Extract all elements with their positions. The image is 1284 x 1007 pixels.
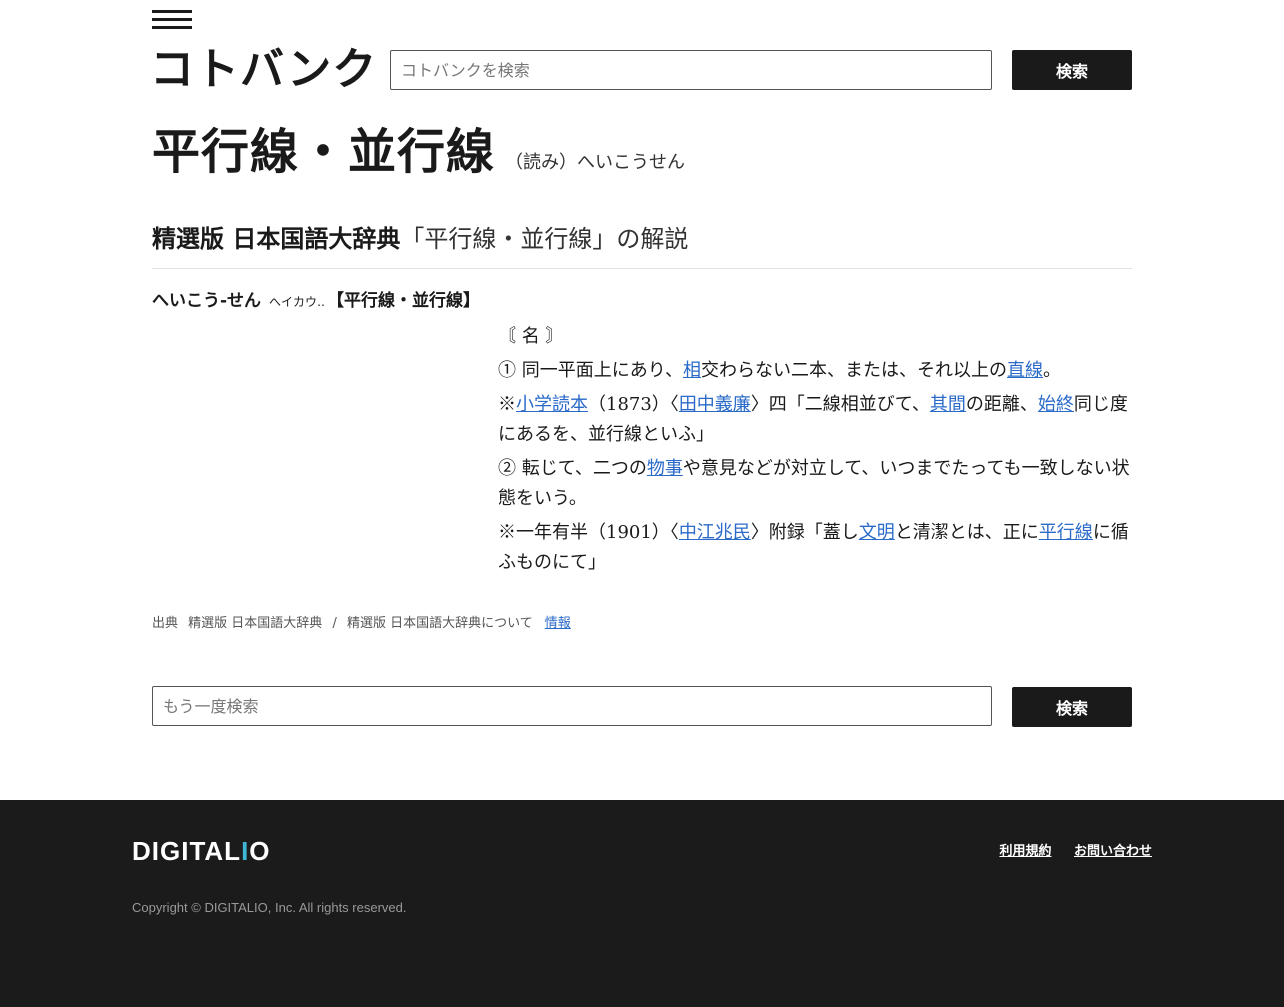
link-nakae-chomin[interactable]: 中江兆民 <box>679 522 751 543</box>
sense-2: ② 転じて、二つの物事や意見などが対立して、いつまでたっても一致しない状態をいう… <box>498 454 1132 514</box>
source-separator: / <box>332 616 337 631</box>
link-shiju[interactable]: 始終 <box>1038 394 1074 415</box>
section-description: 「平行線・並行線」の解説 <box>400 225 689 253</box>
text: 交わらない二本、または、それ以上の <box>701 360 1008 381</box>
footer-links: 利用規約 お問い合わせ <box>981 840 1152 859</box>
bottom-search-button[interactable]: 検索 <box>1012 687 1132 727</box>
source-name: 精選版 日本国語大辞典 <box>188 616 323 631</box>
hamburger-line <box>152 18 192 21</box>
footer-logo-text: O <box>249 836 271 866</box>
part-of-speech: 〘 名 〙 <box>498 326 564 347</box>
entry-reading: （読み）へいこうせん <box>505 152 686 173</box>
footer-logo-text: DIGITAL <box>132 836 242 866</box>
link-heikousen[interactable]: 平行線 <box>1039 522 1093 543</box>
source-info-link[interactable]: 情報 <box>545 616 571 631</box>
link-sonokan[interactable]: 其間 <box>930 394 966 415</box>
link-tanaka-yoshikado[interactable]: 田中義廉 <box>679 394 751 415</box>
headword: へいこう-せん へイカウ‥ 【平行線・並行線】 <box>152 286 480 311</box>
entry-title-text: 平行線・並行線 <box>152 124 496 180</box>
contact-link[interactable]: お問い合わせ <box>1074 844 1152 859</box>
text: と清潔とは、正に <box>894 522 1039 543</box>
text: 〉附録「蓋し <box>750 522 859 543</box>
headword-kana: へいこう-せん <box>152 291 262 311</box>
headword-old-kana: へイカウ‥ <box>268 295 325 309</box>
search-button[interactable]: 検索 <box>1012 50 1132 90</box>
text: ※一年有半（1901）〈 <box>498 522 679 543</box>
bottom-search-input[interactable] <box>152 686 992 726</box>
link-bunmei[interactable]: 文明 <box>859 522 895 543</box>
link-monogoto[interactable]: 物事 <box>647 458 683 479</box>
text: ② 転じて、二つの <box>498 458 647 479</box>
text: 。 <box>1043 360 1062 381</box>
hamburger-line <box>152 26 192 29</box>
section-heading: 精選版 日本国語大辞典「平行線・並行線」の解説 <box>152 222 688 256</box>
text: の距離、 <box>965 394 1038 415</box>
text: ① 同一平面上にあり、 <box>498 360 684 381</box>
copyright: Copyright © DIGITALIO, Inc. All rights r… <box>132 900 407 915</box>
text: 〉四「二線相並びて、 <box>750 394 930 415</box>
footer: DIGITALIO 利用規約 お問い合わせ Copyright © DIGITA… <box>0 800 1284 1007</box>
headword-kanji: 【平行線・並行線】 <box>327 291 480 311</box>
hamburger-menu-icon[interactable] <box>152 10 192 32</box>
source-label: 出典 <box>152 616 179 631</box>
sense-1: ① 同一平面上にあり、相交わらない二本、または、それ以上の直線。 <box>498 356 1132 386</box>
source-about: 精選版 日本国語大辞典について <box>346 616 533 631</box>
search-input[interactable] <box>390 50 992 90</box>
footer-logo[interactable]: DIGITALIO <box>132 836 271 867</box>
example-1: ※小学読本（1873）〈田中義廉〉四「二線相並びて、其間の距離、始終同じ度にある… <box>498 390 1132 450</box>
link-sou[interactable]: 相 <box>683 360 701 381</box>
example-2: ※一年有半（1901）〈中江兆民〉附録「蓋し文明と清潔とは、正に平行線に循ふもの… <box>498 518 1132 578</box>
divider <box>152 268 1132 269</box>
definition-body: 〘 名 〙 ① 同一平面上にあり、相交わらない二本、または、それ以上の直線。 ※… <box>498 322 1132 582</box>
source-line: 出典 精選版 日本国語大辞典 / 精選版 日本国語大辞典について 情報 <box>152 612 571 631</box>
text: ※ <box>498 394 516 415</box>
hamburger-line <box>152 10 192 13</box>
link-chokusen[interactable]: 直線 <box>1007 360 1043 381</box>
link-shogaku-tokuhon[interactable]: 小学読本 <box>516 394 588 415</box>
dictionary-name: 精選版 日本国語大辞典 <box>152 225 401 253</box>
terms-link[interactable]: 利用規約 <box>999 844 1051 859</box>
text: （1873）〈 <box>588 394 679 415</box>
entry-title: 平行線・並行線 （読み）へいこうせん <box>152 120 685 184</box>
site-logo[interactable]: コトバンク <box>150 44 377 96</box>
